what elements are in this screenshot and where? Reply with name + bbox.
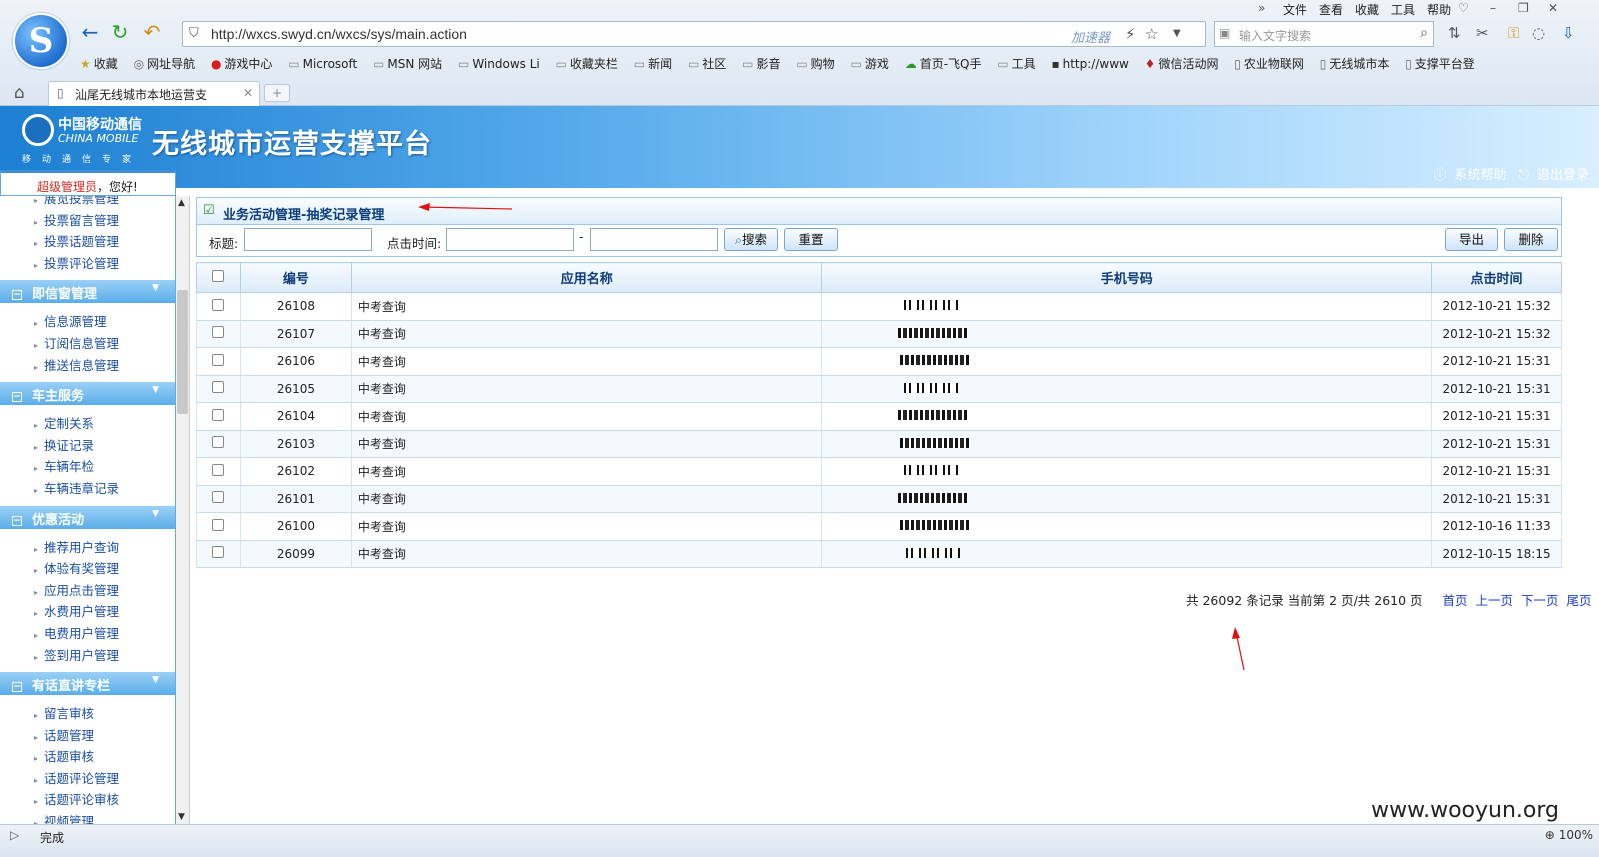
annotation-arrows	[418, 203, 1245, 671]
zoom-icon: ⊕	[1544, 828, 1555, 842]
zoom-level[interactable]: ⊕ 100%	[1545, 828, 1593, 842]
status-text: 完成	[40, 831, 65, 845]
status-icon: ▷	[10, 828, 20, 842]
annotation-arrow-title	[421, 206, 513, 210]
annotation-arrowhead-title	[418, 203, 430, 211]
watermark: www.wooyun.org	[1371, 798, 1559, 823]
annotation-arrowhead-pager	[1232, 627, 1240, 639]
status-bar: ▷ 完成 ⊕ 100%	[0, 824, 1599, 857]
